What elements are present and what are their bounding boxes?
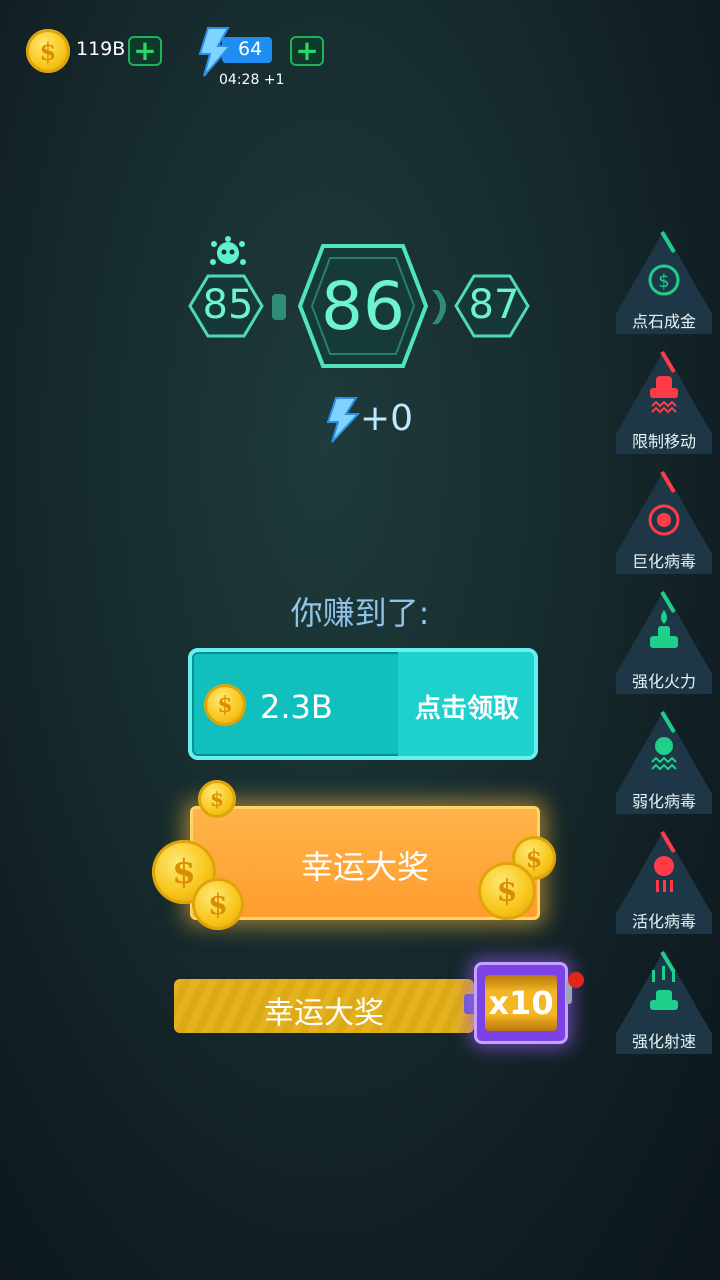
earned-title: 你赚到了: [290, 594, 430, 632]
add-coins-button[interactable]: + [128, 36, 162, 66]
next-level: 87 [468, 282, 520, 328]
plus-icon: + [295, 34, 319, 67]
powerup-label: 强化火力 [631, 672, 696, 691]
lever-knob [568, 972, 584, 988]
coin-icon: $ [26, 29, 70, 73]
connector-left [272, 294, 286, 320]
powerup-label: 点石成金 [631, 312, 696, 331]
powerup-label: 强化射速 [631, 1032, 696, 1051]
lightning-icon [198, 27, 233, 77]
energy-timer: 04:28 +1 [219, 72, 285, 88]
current-level: 86 [321, 268, 405, 345]
add-energy-button[interactable]: + [290, 36, 324, 66]
powerup-label: 活化病毒 [631, 912, 696, 931]
coin-icon: $ [478, 862, 536, 920]
powerup-label: 弱化病毒 [631, 792, 696, 811]
coin-icon: $ [204, 684, 246, 726]
coin-balance: 119B [76, 38, 126, 60]
connector-right [432, 290, 446, 324]
svg-text:$: $ [658, 271, 669, 292]
reward-amount: 2.3B [260, 688, 333, 726]
powerup-label: 巨化病毒 [631, 552, 696, 571]
powerup-label: 限制移动 [631, 432, 696, 451]
powerup-button[interactable]: 强化射速 [612, 946, 716, 1058]
powerup-button[interactable]: 强化火力 [612, 586, 716, 698]
energy-value: 64 [238, 38, 263, 60]
lightning-icon [326, 397, 361, 443]
coin-icon: $ [192, 878, 244, 930]
multiplier-value: x10 [488, 984, 554, 1022]
energy-reward: +0 [360, 398, 414, 439]
powerup-button[interactable]: 巨化病毒 [612, 466, 716, 578]
powerup-button[interactable]: 活化病毒 [612, 826, 716, 938]
claim-button[interactable]: 点击领取 [404, 688, 530, 725]
powerup-button[interactable]: $ 点石成金 [612, 226, 716, 338]
powerup-button[interactable]: 限制移动 [612, 346, 716, 458]
lucky-bar-label: 幸运大奖 [264, 996, 384, 1031]
plus-icon: + [133, 34, 157, 67]
powerup-button[interactable]: 弱化病毒 [612, 706, 716, 818]
coin-icon: $ [198, 780, 236, 818]
previous-level: 85 [202, 282, 254, 328]
